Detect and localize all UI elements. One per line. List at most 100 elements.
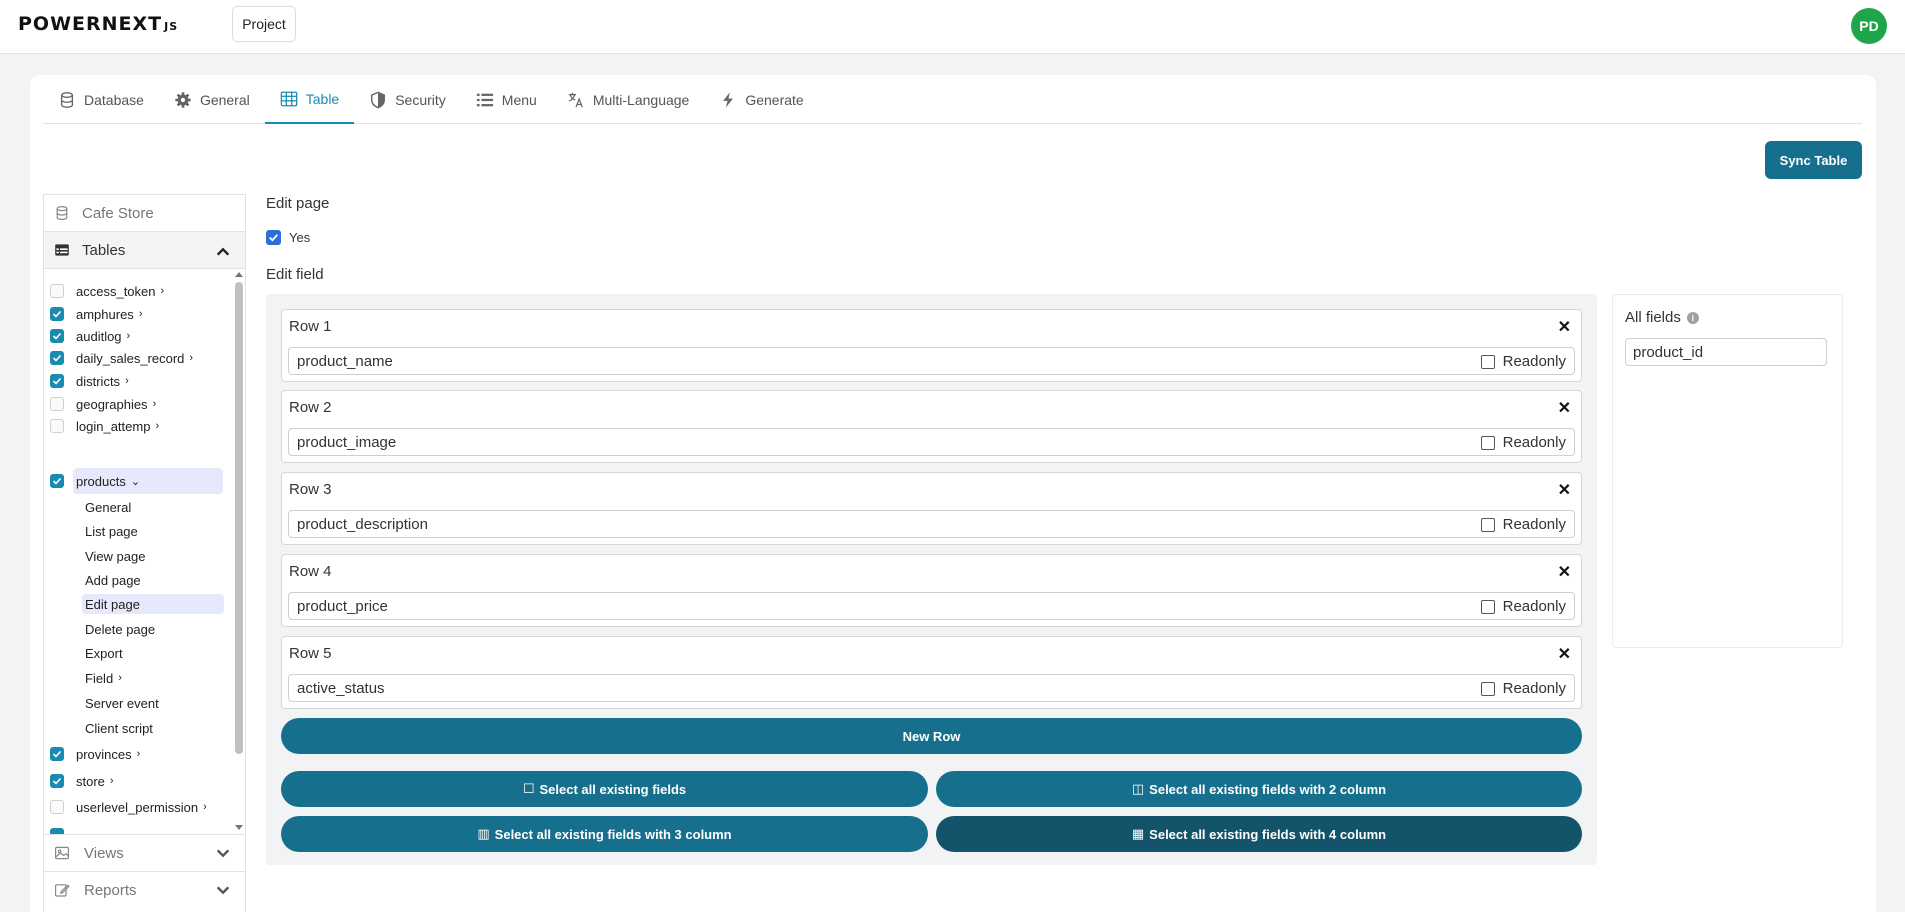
close-icon[interactable]: ✕ xyxy=(1558,480,1571,500)
readonly-toggle[interactable]: Readonly xyxy=(1480,598,1566,615)
chevron-right-icon[interactable]: › xyxy=(118,672,122,684)
table-item-store[interactable]: store › xyxy=(44,770,114,792)
table-checkbox[interactable] xyxy=(50,307,64,321)
readonly-toggle[interactable]: Readonly xyxy=(1480,353,1566,370)
readonly-toggle[interactable]: Readonly xyxy=(1480,680,1566,697)
readonly-toggle[interactable]: Readonly xyxy=(1480,516,1566,533)
tab-general[interactable]: General xyxy=(159,75,265,124)
select-all-3col-button[interactable]: ▥ Select all existing fields with 3 colu… xyxy=(281,816,928,852)
table-item-provinces[interactable]: provinces › xyxy=(44,743,140,765)
chevron-right-icon[interactable]: › xyxy=(139,308,143,320)
field-select[interactable]: product_name Readonly xyxy=(288,347,1575,375)
sync-table-button[interactable]: Sync Table xyxy=(1765,141,1862,179)
chevron-right-icon[interactable]: › xyxy=(203,801,207,813)
table-item-districts[interactable]: districts › xyxy=(44,370,129,392)
chevron-down-icon[interactable] xyxy=(215,845,231,861)
readonly-checkbox[interactable] xyxy=(1480,599,1495,614)
readonly-checkbox[interactable] xyxy=(1480,435,1495,450)
scroll-down-icon[interactable] xyxy=(234,824,244,832)
tab-security[interactable]: Security xyxy=(354,75,461,124)
sidebar-tables-header[interactable]: Tables xyxy=(44,232,245,269)
select-all-fields-button[interactable]: ☐ Select all existing fields xyxy=(281,771,928,807)
table-item-geographies[interactable]: geographies › xyxy=(44,393,156,415)
products-sub-edit-page[interactable]: Edit page xyxy=(82,594,224,614)
tab-database[interactable]: Database xyxy=(43,75,159,124)
products-sub-field[interactable]: Field › xyxy=(82,668,224,688)
products-sub-server-event[interactable]: Server event xyxy=(82,693,224,713)
sidebar-views[interactable]: Views xyxy=(44,834,245,871)
products-sub-add-page[interactable]: Add page xyxy=(82,570,224,590)
tab-generate[interactable]: Generate xyxy=(704,75,818,124)
app-logo[interactable]: POWERNEXT JS xyxy=(18,13,178,39)
table-checkbox[interactable] xyxy=(50,284,64,298)
chevron-right-icon[interactable]: › xyxy=(110,775,114,787)
sidebar-database[interactable]: Cafe Store xyxy=(44,195,245,232)
reports-label: Reports xyxy=(84,881,137,899)
user-avatar[interactable]: PD xyxy=(1851,8,1887,44)
field-select[interactable]: product_image Readonly xyxy=(288,428,1575,456)
tab-multi-language[interactable]: Multi-Language xyxy=(552,75,705,124)
chevron-right-icon[interactable]: › xyxy=(189,352,193,364)
close-icon[interactable]: ✕ xyxy=(1558,562,1571,582)
edit-icon xyxy=(55,884,70,897)
table-item-products[interactable]: products ⌄ xyxy=(44,470,140,492)
table-item-amphures[interactable]: amphures › xyxy=(44,303,142,325)
scroll-up-icon[interactable] xyxy=(234,270,244,278)
readonly-checkbox[interactable] xyxy=(1480,517,1495,532)
chevron-right-icon[interactable]: › xyxy=(127,330,131,342)
products-sub-view-page[interactable]: View page xyxy=(82,546,224,566)
products-sub-export[interactable]: Export xyxy=(82,643,224,663)
chevron-up-icon[interactable] xyxy=(215,244,231,260)
scroll-thumb[interactable] xyxy=(235,282,243,754)
project-button[interactable]: Project xyxy=(232,6,296,42)
chevron-down-icon[interactable]: ⌄ xyxy=(131,475,140,488)
chevron-right-icon[interactable]: › xyxy=(153,398,157,410)
field-select[interactable]: product_description Readonly xyxy=(288,510,1575,538)
table-item-auditlog[interactable]: auditlog › xyxy=(44,325,130,347)
table-checkbox[interactable] xyxy=(50,474,64,488)
tab-menu[interactable]: Menu xyxy=(461,75,552,124)
yes-checkbox[interactable] xyxy=(266,230,281,245)
table-item-login-attemp[interactable]: login_attemp › xyxy=(44,415,159,437)
table-checkbox[interactable] xyxy=(50,774,64,788)
products-sub-list-page[interactable]: List page xyxy=(82,521,224,541)
all-fields-title: All fields i xyxy=(1625,309,1699,326)
available-field-item[interactable]: product_id xyxy=(1625,338,1827,366)
table-checkbox[interactable] xyxy=(50,397,64,411)
check-icon xyxy=(52,354,62,362)
chevron-right-icon[interactable]: › xyxy=(137,748,141,760)
chevron-right-icon[interactable]: › xyxy=(161,285,165,297)
field-select[interactable]: product_price Readonly xyxy=(288,592,1575,620)
readonly-checkbox[interactable] xyxy=(1480,354,1495,369)
table-checkbox[interactable] xyxy=(50,329,64,343)
table-item-userlevel-permission[interactable]: userlevel_permission › xyxy=(44,796,207,818)
new-row-button[interactable]: New Row xyxy=(281,718,1582,754)
select-all-4col-button[interactable]: ▦ Select all existing fields with 4 colu… xyxy=(936,816,1582,852)
table-checkbox[interactable] xyxy=(50,351,64,365)
edit-page-yes-checkbox[interactable]: Yes xyxy=(266,230,310,245)
products-sub-general[interactable]: General xyxy=(82,497,224,517)
info-icon[interactable]: i xyxy=(1686,311,1699,324)
table-checkbox[interactable] xyxy=(50,747,64,761)
table-item-access-token[interactable]: access_token › xyxy=(44,280,164,302)
chevron-right-icon[interactable]: › xyxy=(155,420,159,432)
select-all-2col-button[interactable]: ◫ Select all existing fields with 2 colu… xyxy=(936,771,1582,807)
sidebar-reports[interactable]: Reports xyxy=(44,871,245,908)
close-icon[interactable]: ✕ xyxy=(1558,317,1571,337)
table-item-daily-sales-record[interactable]: daily_sales_record › xyxy=(44,347,193,369)
products-sub-delete-page[interactable]: Delete page xyxy=(82,619,224,639)
sidebar-scrollbar[interactable] xyxy=(233,269,245,834)
table-checkbox[interactable] xyxy=(50,374,64,388)
chevron-right-icon[interactable]: › xyxy=(125,375,129,387)
field-select[interactable]: active_status Readonly xyxy=(288,674,1575,702)
readonly-toggle[interactable]: Readonly xyxy=(1480,434,1566,451)
tab-table[interactable]: Table xyxy=(264,75,355,124)
close-icon[interactable]: ✕ xyxy=(1558,398,1571,418)
table-checkbox[interactable] xyxy=(50,800,64,814)
chevron-down-icon[interactable] xyxy=(215,882,231,898)
close-icon[interactable]: ✕ xyxy=(1558,644,1571,664)
table-item-partial[interactable] xyxy=(44,824,76,834)
table-checkbox[interactable] xyxy=(50,419,64,433)
readonly-checkbox[interactable] xyxy=(1480,681,1495,696)
products-sub-client-script[interactable]: Client script xyxy=(82,718,224,738)
